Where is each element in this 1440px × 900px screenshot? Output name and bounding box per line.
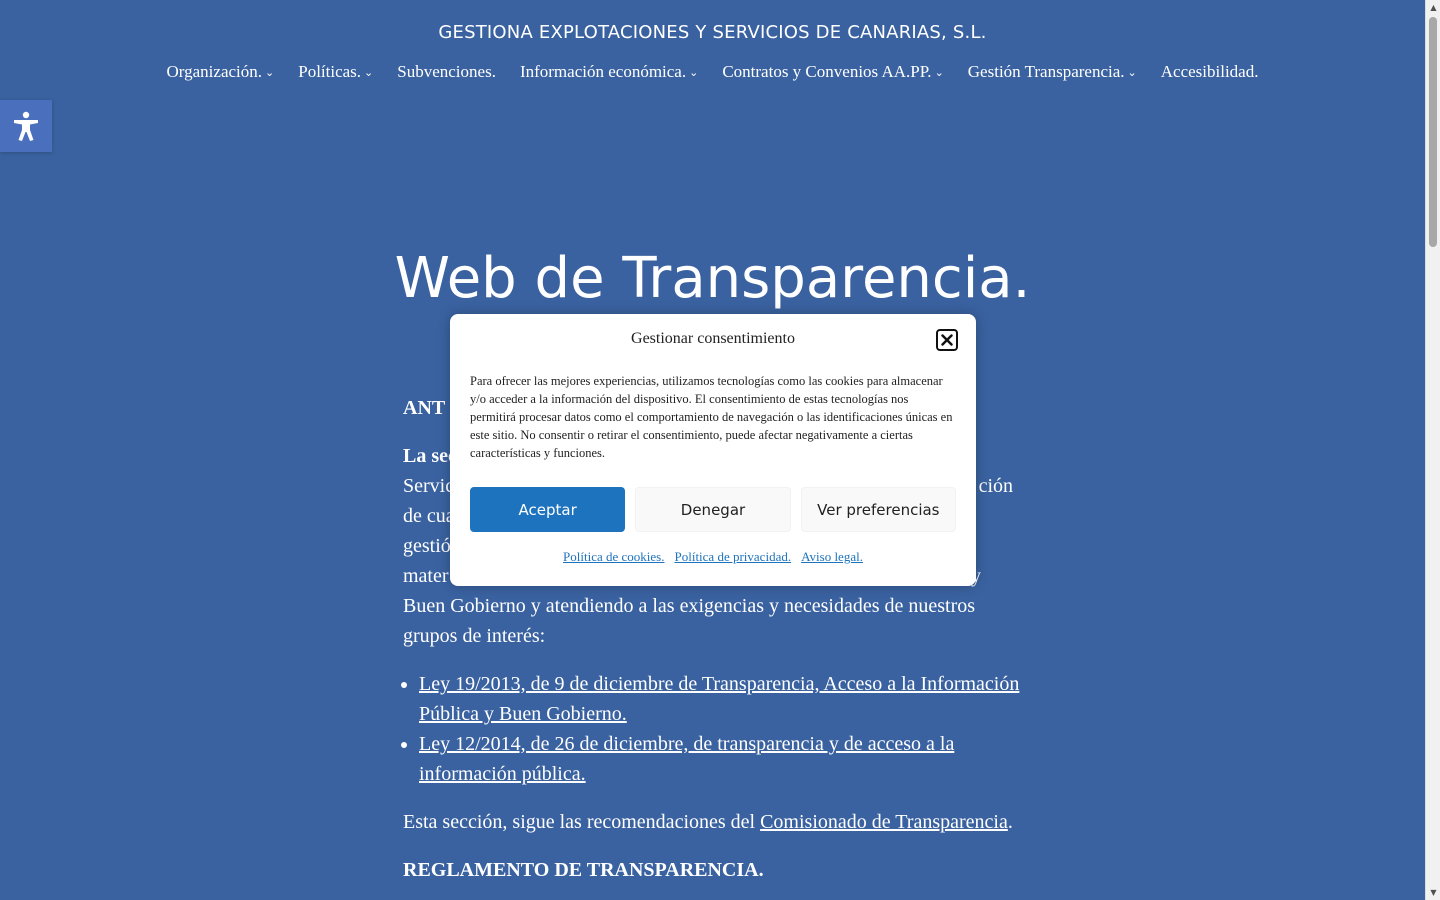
- nav-item-subvenciones[interactable]: Subvenciones.: [397, 62, 496, 82]
- intro-start: La sec: [403, 445, 457, 467]
- accessibility-toolbar-button[interactable]: [0, 100, 52, 152]
- legal-notice-link[interactable]: Aviso legal.: [801, 549, 863, 565]
- list-item: Ley 12/2014, de 26 de diciembre, de tran…: [419, 729, 1028, 789]
- scroll-down-arrow-icon[interactable]: ▼: [1426, 885, 1440, 900]
- page-scrollbar[interactable]: ▲ ▼: [1425, 0, 1440, 900]
- accept-button[interactable]: Aceptar: [470, 487, 626, 532]
- reglamento-heading: REGLAMENTO DE TRANSPARENCIA.: [403, 859, 764, 881]
- recommend-text: Esta sección, sigue las recomendaciones …: [403, 811, 761, 833]
- accessibility-icon: [14, 111, 38, 141]
- scroll-up-arrow-icon[interactable]: ▲: [1426, 0, 1440, 15]
- intro-line: gestió: [403, 535, 451, 557]
- intro-line: de cua: [403, 505, 455, 527]
- intro-line: grupos de interés:: [403, 625, 546, 647]
- recommend-end: .: [1007, 811, 1013, 833]
- dialog-body-text: Para ofrecer las mejores experiencias, u…: [470, 374, 953, 460]
- dialog-title: Gestionar consentimiento: [631, 330, 795, 347]
- cookie-consent-dialog: Gestionar consentimiento Para ofrecer la…: [450, 314, 976, 586]
- scrollbar-thumb[interactable]: [1429, 17, 1437, 247]
- main-nav: Organización. ⌄ Políticas. ⌄ Subvencione…: [0, 62, 1425, 82]
- nav-item-label: Organización.: [166, 62, 263, 81]
- nav-item-gestion-transparencia[interactable]: Gestión Transparencia. ⌄: [968, 62, 1137, 82]
- intro-line: mater: [403, 565, 449, 587]
- intro-line: Servic: [403, 475, 455, 497]
- law-link[interactable]: Ley 12/2014, de 26 de diciembre, de tran…: [419, 733, 954, 785]
- nav-item-label: Contratos y Convenios AA.PP.: [722, 62, 932, 81]
- list-item: Ley 19/2013, de 9 de diciembre de Transp…: [419, 669, 1028, 729]
- chevron-down-icon: ⌄: [689, 66, 699, 79]
- chevron-down-icon: ⌄: [1127, 66, 1137, 79]
- site-title[interactable]: GESTIONA EXPLOTACIONES Y SERVICIOS DE CA…: [0, 22, 1425, 43]
- recommend-paragraph: Esta sección, sigue las recomendaciones …: [403, 807, 1028, 837]
- nav-item-label: Accesibilidad.: [1160, 62, 1259, 81]
- nav-item-label: Subvenciones.: [397, 62, 496, 81]
- intro-line-end: ción: [978, 475, 1013, 497]
- dialog-links: Política de cookies. Política de privaci…: [450, 549, 976, 565]
- chevron-down-icon: ⌄: [364, 66, 374, 79]
- deny-button[interactable]: Denegar: [635, 487, 791, 532]
- chevron-down-icon: ⌄: [265, 66, 275, 79]
- comisionado-link[interactable]: Comisionado de Transparencia: [760, 811, 1008, 833]
- chevron-down-icon: ⌄: [934, 66, 944, 79]
- cookie-policy-link[interactable]: Política de cookies.: [563, 549, 664, 565]
- nav-item-accesibilidad[interactable]: Accesibilidad.: [1161, 62, 1259, 82]
- privacy-policy-link[interactable]: Política de privacidad.: [674, 549, 791, 565]
- nav-item-label: Políticas.: [298, 62, 362, 81]
- law-link[interactable]: Ley 19/2013, de 9 de diciembre de Transp…: [419, 673, 1019, 725]
- intro-line: Buen Gobierno y atendiendo a las exigenc…: [403, 595, 976, 617]
- page-title: Web de Transparencia.: [394, 246, 1031, 311]
- nav-item-politicas[interactable]: Políticas. ⌄: [298, 62, 373, 82]
- law-list: Ley 19/2013, de 9 de diciembre de Transp…: [403, 669, 1028, 789]
- nav-item-label: Información económica.: [519, 62, 687, 81]
- nav-item-informacion-economica[interactable]: Información económica. ⌄: [520, 62, 698, 82]
- close-button[interactable]: [936, 329, 958, 351]
- nav-item-label: Gestión Transparencia.: [967, 62, 1125, 81]
- dialog-buttons: Aceptar Denegar Ver preferencias: [470, 487, 956, 532]
- close-icon: [941, 334, 953, 346]
- nav-item-organizacion[interactable]: Organización. ⌄: [167, 62, 275, 82]
- view-preferences-button[interactable]: Ver preferencias: [800, 487, 956, 532]
- nav-item-contratos[interactable]: Contratos y Convenios AA.PP. ⌄: [722, 62, 943, 82]
